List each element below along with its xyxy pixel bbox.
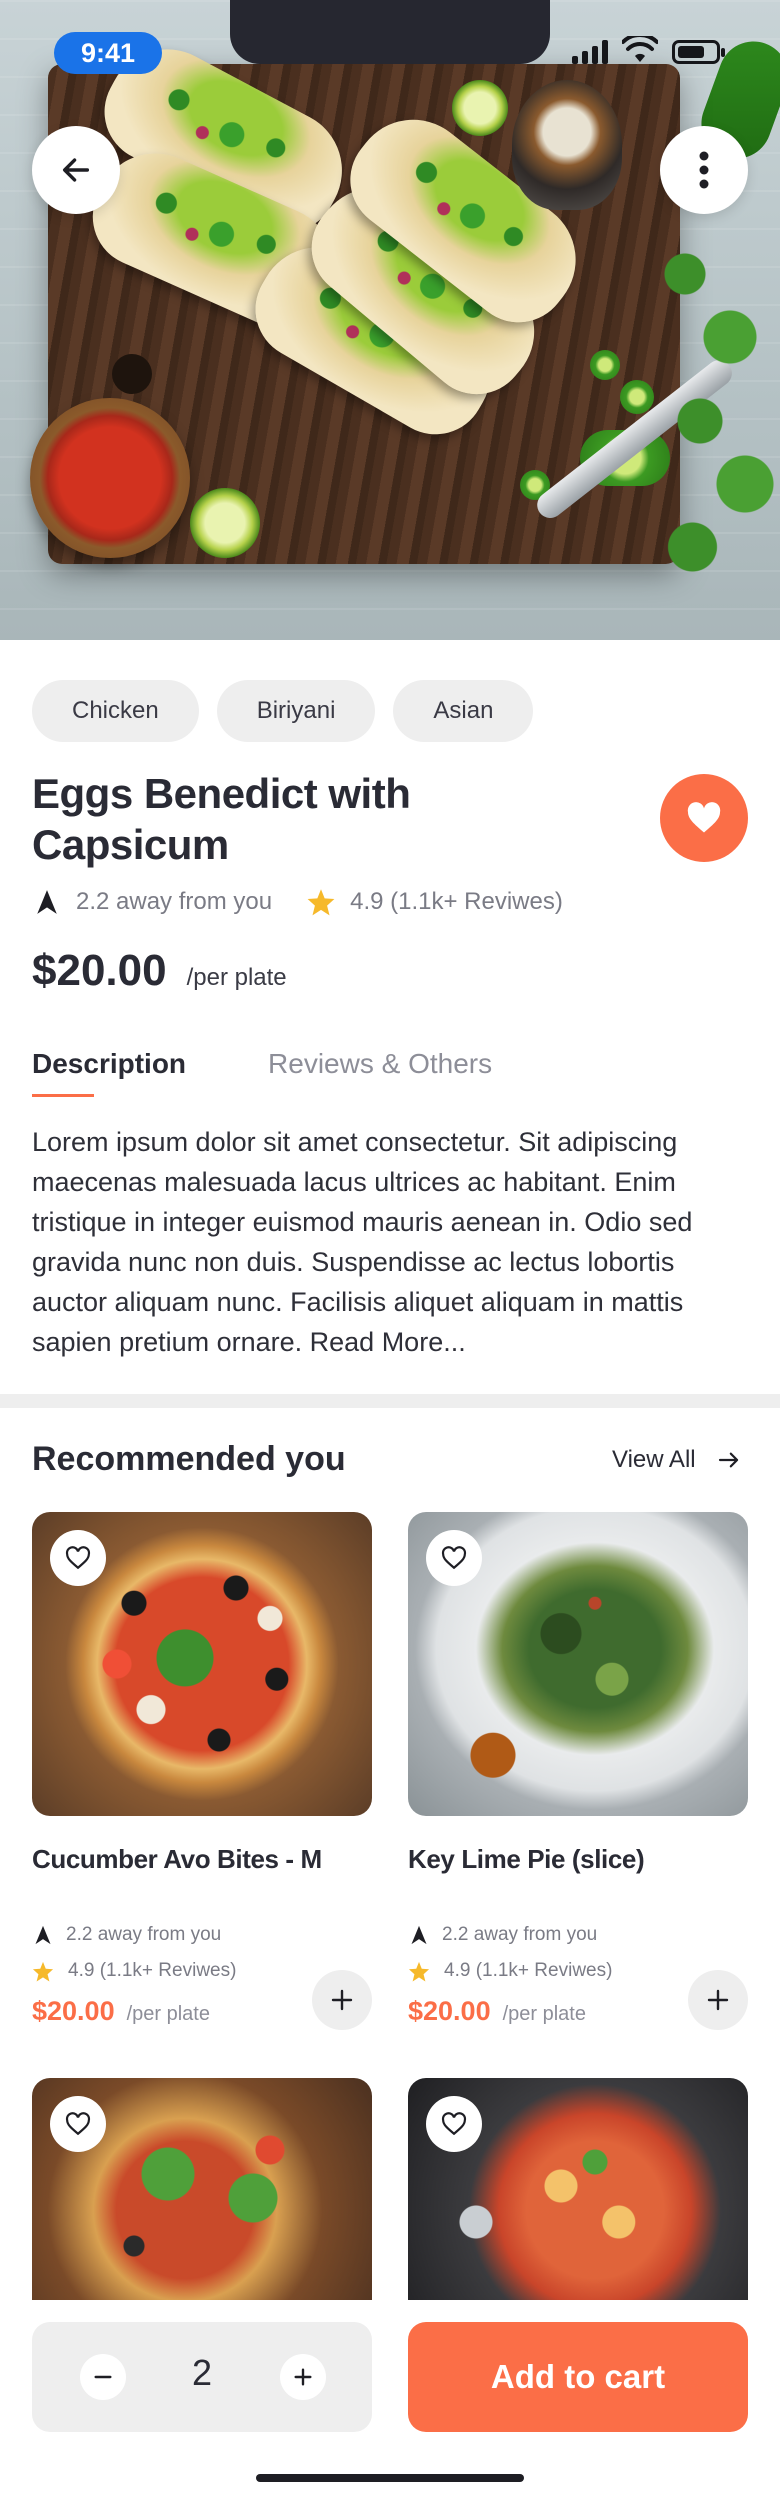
recommended-item-rating: 4.9 (1.1k+ Reviwes) bbox=[32, 1960, 236, 1982]
recommended-item-image[interactable] bbox=[408, 2078, 748, 2318]
add-item-button[interactable] bbox=[312, 1970, 372, 2030]
recommended-item-distance: 2.2 away from you bbox=[410, 1924, 597, 1946]
signal-icon bbox=[572, 40, 608, 64]
hero-food-image bbox=[0, 0, 780, 640]
spice-bottle bbox=[512, 80, 622, 210]
back-button[interactable] bbox=[32, 126, 120, 214]
distance-text: 2.2 away from you bbox=[442, 1924, 598, 1945]
home-indicator bbox=[256, 2474, 524, 2482]
arrow-left-icon bbox=[62, 158, 90, 182]
price-unit: /per plate bbox=[186, 964, 287, 991]
arrow-right-icon bbox=[718, 1452, 738, 1468]
heart-outline-icon bbox=[65, 2112, 91, 2136]
rating-text: 4.9 (1.1k+ Reviwes) bbox=[444, 1960, 613, 1981]
recommended-item-price: $20.00 /per plate bbox=[32, 1996, 210, 2027]
heart-outline-icon bbox=[441, 1546, 467, 1570]
minus-icon bbox=[94, 2375, 112, 2379]
product-price: $20.00 bbox=[32, 946, 167, 995]
view-all-label: View All bbox=[612, 1446, 696, 1473]
rating-text: 4.9 (1.1k+ Reviwes) bbox=[350, 888, 563, 915]
increase-quantity-button[interactable] bbox=[280, 2354, 326, 2400]
recommended-item-name[interactable]: Key Lime Pie (slice) bbox=[408, 1844, 645, 1875]
tag-asian[interactable]: Asian bbox=[393, 680, 534, 742]
plus-icon bbox=[331, 1989, 353, 2011]
tag-biriyani[interactable]: Biriyani bbox=[216, 680, 376, 742]
navigation-icon bbox=[411, 1925, 427, 1945]
price-unit: /per plate bbox=[502, 2003, 586, 2025]
status-time: 9:41 bbox=[54, 32, 162, 74]
add-to-cart-button[interactable]: Add to cart bbox=[408, 2322, 748, 2432]
battery-icon bbox=[672, 40, 725, 64]
heart-outline-icon bbox=[441, 2112, 467, 2136]
section-divider bbox=[0, 1394, 780, 1408]
price-unit: /per plate bbox=[126, 2003, 210, 2025]
tag-chicken[interactable]: Chicken bbox=[32, 680, 199, 742]
card-favorite-button[interactable] bbox=[426, 2096, 482, 2152]
distance-text: 2.2 away from you bbox=[76, 888, 273, 915]
plus-icon bbox=[707, 1989, 729, 2011]
recommended-item-image[interactable] bbox=[32, 2078, 372, 2318]
tab-description[interactable]: Description bbox=[32, 1048, 186, 1097]
board-hole bbox=[112, 354, 152, 394]
device-notch bbox=[230, 0, 550, 64]
recommended-item-rating: 4.9 (1.1k+ Reviwes) bbox=[408, 1960, 612, 1982]
cilantro-herbs bbox=[640, 190, 780, 610]
rating-text: 4.9 (1.1k+ Reviwes) bbox=[68, 1960, 237, 1981]
price-value: $20.00 bbox=[32, 1996, 115, 2026]
favorite-button[interactable] bbox=[660, 774, 748, 862]
description-text: Lorem ipsum dolor sit amet consectetur. … bbox=[32, 1127, 693, 1357]
recommended-item-image[interactable] bbox=[408, 1512, 748, 1816]
product-meta: 2.2 away from you 4.9 (1.1k+ Reviwes) bbox=[36, 888, 563, 916]
salsa-bowl bbox=[30, 398, 190, 558]
decrease-quantity-button[interactable] bbox=[80, 2354, 126, 2400]
more-vertical-icon bbox=[699, 151, 709, 189]
plus-icon bbox=[294, 2368, 312, 2386]
navigation-icon bbox=[35, 1925, 51, 1945]
distance-text: 2.2 away from you bbox=[66, 1924, 222, 1945]
star-icon bbox=[408, 1961, 430, 1982]
card-favorite-button[interactable] bbox=[50, 2096, 106, 2152]
card-favorite-button[interactable] bbox=[426, 1530, 482, 1586]
lime-slice bbox=[190, 488, 260, 558]
view-all-link[interactable]: View All bbox=[612, 1446, 740, 1474]
more-options-button[interactable] bbox=[660, 126, 748, 214]
jalapeno-slice bbox=[590, 350, 620, 380]
heart-outline-icon bbox=[65, 1546, 91, 1570]
card-favorite-button[interactable] bbox=[50, 1530, 106, 1586]
price-row: $20.00 /per plate bbox=[32, 946, 287, 996]
recommended-item-name[interactable]: Cucumber Avo Bites - M bbox=[32, 1844, 322, 1875]
category-tags: Chicken Biriyani Asian bbox=[32, 680, 534, 742]
recommended-title: Recommended you bbox=[32, 1440, 346, 1478]
recommended-item-image[interactable] bbox=[32, 1512, 372, 1816]
lime-slice bbox=[452, 80, 508, 136]
add-item-button[interactable] bbox=[688, 1970, 748, 2030]
detail-tabs: Description Reviews & Others bbox=[32, 1048, 492, 1097]
heart-icon bbox=[687, 802, 721, 833]
status-bar: 9:41 bbox=[0, 0, 780, 74]
product-title: Eggs Benedict with Capsicum bbox=[32, 770, 411, 868]
recommended-item-distance: 2.2 away from you bbox=[34, 1924, 221, 1946]
navigation-icon bbox=[37, 890, 57, 914]
wifi-icon bbox=[622, 36, 658, 62]
recommended-item-price: $20.00 /per plate bbox=[408, 1996, 586, 2027]
star-icon bbox=[307, 889, 335, 916]
price-value: $20.00 bbox=[408, 1996, 491, 2026]
star-icon bbox=[32, 1961, 54, 1982]
tab-reviews-others[interactable]: Reviews & Others bbox=[268, 1048, 492, 1080]
quantity-value: 2 bbox=[191, 2352, 213, 2393]
